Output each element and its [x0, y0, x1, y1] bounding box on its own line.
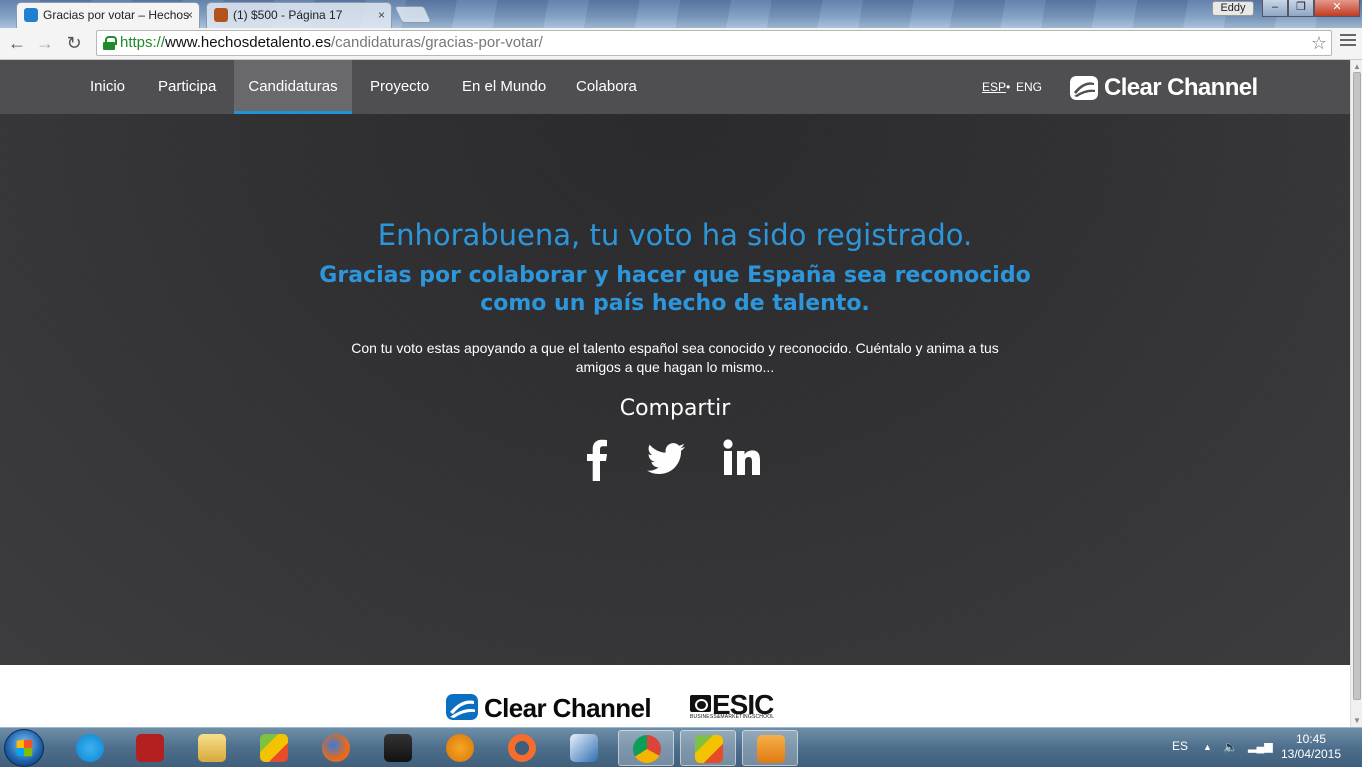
fl-studio-icon[interactable]	[432, 730, 488, 766]
scroll-up-arrow-icon[interactable]: ▲	[1353, 62, 1361, 71]
forum-favicon-icon	[214, 8, 228, 22]
bluestacks-running-icon[interactable]	[680, 730, 736, 766]
windows-taskbar: ES ▲ 🔈 ▂▄▆ 10:45 13/04/2015	[0, 727, 1362, 767]
esic-tagline: BUSINESS&MARKETINGSCHOOL	[690, 714, 775, 720]
close-window-button[interactable]: ✕	[1314, 0, 1360, 17]
new-tab-button[interactable]	[394, 6, 432, 23]
start-button[interactable]	[4, 729, 44, 767]
volume-icon[interactable]: 🔈	[1223, 740, 1238, 754]
bluestacks-icon[interactable]	[246, 730, 302, 766]
back-button[interactable]: ←	[6, 32, 28, 54]
chrome-icon[interactable]	[618, 730, 674, 766]
chrome-menu-icon[interactable]	[1340, 34, 1356, 49]
clear-channel-logo-icon	[446, 694, 478, 720]
facebook-icon[interactable]	[585, 437, 609, 481]
partners-footer: Clear Channel ESIC BUSINESS&MARKETINGSCH…	[0, 665, 1350, 727]
nav-en-el-mundo[interactable]: En el Mundo	[446, 60, 562, 114]
esic-emblem-icon	[690, 695, 711, 712]
browser-tab-strip: Gracias por votar – Hechos × (1) $500 - …	[0, 0, 1362, 28]
skype-icon[interactable]	[62, 730, 118, 766]
editor-icon[interactable]	[556, 730, 612, 766]
page-viewport: Inicio Participa Candidaturas Proyecto E…	[0, 60, 1350, 727]
minimize-button[interactable]: ‒	[1262, 0, 1288, 17]
share-heading: Compartir	[619, 396, 731, 421]
show-hidden-icons-icon[interactable]: ▲	[1203, 742, 1212, 752]
firefox-icon[interactable]	[308, 730, 364, 766]
browser-toolbar: ← → ↻ https://www.hechosdetalento.es/can…	[0, 28, 1362, 60]
clock-time: 10:45	[1295, 732, 1327, 746]
scrollbar-thumb[interactable]	[1353, 72, 1361, 700]
url-scheme: https://	[120, 34, 166, 51]
thank-you-section: Enhorabuena, tu voto ha sido registrado.…	[0, 114, 1350, 665]
hero-body-text: Con tu voto estas apoyando a que el tale…	[351, 340, 999, 375]
url-text[interactable]: https://www.hechosdetalento.es/candidatu…	[120, 31, 543, 55]
page-subtitle: Gracias por colaborar y hacer que España…	[319, 263, 1031, 316]
header-brand-name: Clear Channel	[1104, 74, 1258, 101]
nav-participa[interactable]: Participa	[142, 60, 232, 114]
clear-channel-logo-icon	[1070, 76, 1098, 100]
url-path: /candidaturas/gracias-por-votar/	[330, 34, 543, 51]
lock-icon	[103, 36, 117, 50]
vertical-scrollbar[interactable]: ▲ ▼	[1350, 60, 1362, 727]
tab-title: (1) $500 - Página 17	[233, 8, 343, 22]
nav-colabora[interactable]: Colabora	[560, 60, 653, 114]
twitter-icon[interactable]	[647, 437, 685, 481]
language-esp-link[interactable]: ESP	[982, 80, 1006, 94]
nav-inicio[interactable]: Inicio	[74, 60, 141, 114]
video-player-icon[interactable]	[742, 730, 798, 766]
clock-date: 13/04/2015	[1280, 747, 1342, 761]
network-signal-icon[interactable]: ▂▄▆	[1248, 740, 1273, 753]
forward-button[interactable]: →	[34, 32, 56, 54]
footer-clear-channel-logo[interactable]: Clear Channel	[446, 694, 666, 722]
input-language-indicator[interactable]: ES	[1172, 739, 1188, 753]
footer-brand-name: Clear Channel	[484, 693, 652, 723]
language-separator: •	[1006, 80, 1011, 94]
bookmark-star-icon[interactable]: ☆	[1311, 31, 1327, 55]
linkedin-icon[interactable]	[722, 437, 762, 481]
url-host: www.hechosdetalento.es	[165, 34, 331, 51]
reload-button[interactable]: ↻	[63, 32, 85, 54]
media-player-icon[interactable]	[370, 730, 426, 766]
file-explorer-icon[interactable]	[184, 730, 240, 766]
tab-title: Gracias por votar – Hechos	[43, 8, 190, 22]
header-logo[interactable]: Clear Channel	[1070, 74, 1270, 102]
tab-gracias-por-votar[interactable]: Gracias por votar – Hechos ×	[16, 2, 200, 28]
scroll-down-arrow-icon[interactable]: ▼	[1353, 716, 1361, 725]
clear-channel-favicon-icon	[24, 8, 38, 22]
tab-close-icon[interactable]: ×	[378, 3, 385, 27]
ccleaner-icon[interactable]	[122, 730, 178, 766]
site-navbar: Inicio Participa Candidaturas Proyecto E…	[0, 60, 1350, 114]
address-bar[interactable]: https://www.hechosdetalento.es/candidatu…	[96, 30, 1332, 56]
language-eng-link[interactable]: ENG	[1016, 80, 1042, 94]
maximize-button[interactable]: ❐	[1288, 0, 1314, 17]
nav-proyecto[interactable]: Proyecto	[354, 60, 445, 114]
nav-candidaturas[interactable]: Candidaturas	[234, 60, 352, 114]
origin-icon[interactable]	[494, 730, 550, 766]
system-clock[interactable]: 10:45 13/04/2015	[1276, 732, 1346, 762]
tab-close-icon[interactable]: ×	[186, 3, 193, 27]
profile-button[interactable]: Eddy	[1212, 1, 1254, 16]
tab-foro-500[interactable]: (1) $500 - Página 17 ×	[206, 2, 392, 28]
page-title: Enhorabuena, tu voto ha sido registrado.	[377, 218, 973, 252]
